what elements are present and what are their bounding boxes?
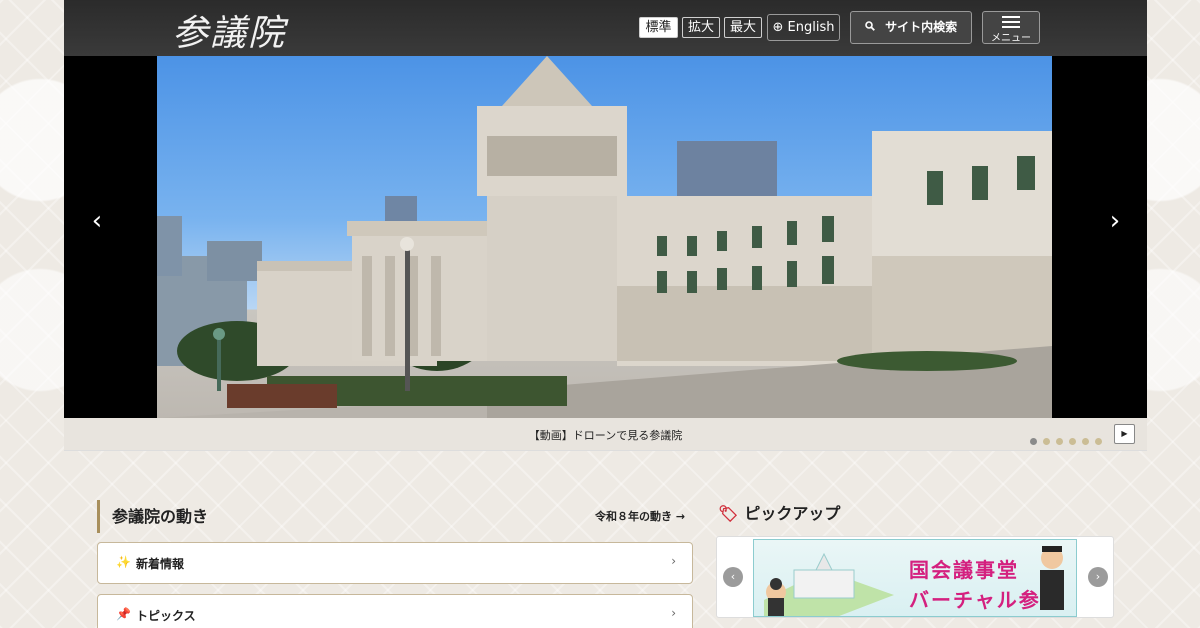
font-size-large-button[interactable]: 拡大 <box>682 17 720 38</box>
carousel-dot[interactable] <box>1043 438 1050 445</box>
search-icon <box>865 12 875 43</box>
carousel-dot[interactable] <box>1056 438 1063 445</box>
hero-carousel: ‹ › <box>64 56 1147 418</box>
pickup-next-button[interactable]: › <box>1088 567 1108 587</box>
chevron-right-icon: › <box>671 606 676 620</box>
menu-label: メニュー <box>991 33 1031 44</box>
mascot-image <box>1040 546 1064 610</box>
english-button[interactable]: ⊕ English <box>767 14 840 41</box>
font-size-standard-button[interactable]: 標準 <box>639 17 678 38</box>
carousel-next-button[interactable]: › <box>1100 206 1130 236</box>
search-label: サイト内検索 <box>885 20 958 34</box>
carousel-dot[interactable] <box>1082 438 1089 445</box>
carousel-caption-bar: 【動画】ドローンで見る参議院 ▶ <box>64 418 1147 451</box>
pickup-carousel: ‹ 国会議事堂 バーチャル参観 › <box>716 536 1114 618</box>
tag-icon: 🏷 <box>718 504 739 523</box>
topics-label: トピックス <box>136 609 196 623</box>
virtual-tour-banner[interactable]: 国会議事堂 バーチャル参観 <box>753 539 1077 617</box>
activity-section-title: 参議院の動き <box>97 500 208 533</box>
sparkle-icon: ✨ <box>116 555 131 569</box>
site-logo[interactable]: 参議院 <box>172 4 286 56</box>
chevron-right-icon: › <box>671 554 676 568</box>
pickup-prev-button[interactable]: ‹ <box>723 567 743 587</box>
pickup-section-title: 🏷 ピックアップ <box>718 500 840 524</box>
carousel-dots <box>1030 430 1108 449</box>
carousel-caption[interactable]: 【動画】ドローンで見る参議院 <box>64 427 1147 443</box>
pickup-title-label: ピックアップ <box>744 504 841 523</box>
pin-icon: 📌 <box>116 607 131 621</box>
font-size-max-button[interactable]: 最大 <box>724 17 762 38</box>
main-wrapper: 参議院 標準 拡大 最大 ⊕ English サイト内検索 メニュー ‹ › 【… <box>64 0 1147 451</box>
carousel-dot[interactable] <box>1095 438 1102 445</box>
carousel-play-button[interactable]: ▶ <box>1114 424 1135 444</box>
carousel-dot[interactable] <box>1030 438 1037 445</box>
hamburger-icon <box>1002 16 1020 28</box>
site-search-button[interactable]: サイト内検索 <box>850 11 972 44</box>
news-label: 新着情報 <box>136 557 185 571</box>
site-header: 参議院 標準 拡大 最大 ⊕ English サイト内検索 メニュー <box>64 0 1147 56</box>
news-list-item[interactable]: ✨ 新着情報 › <box>97 542 693 584</box>
yearly-activity-link[interactable]: 令和８年の動き → <box>595 508 685 524</box>
carousel-prev-button[interactable]: ‹ <box>82 206 112 236</box>
english-label: English <box>787 20 835 35</box>
diet-building-photo[interactable] <box>157 56 1052 418</box>
carousel-dot[interactable] <box>1069 438 1076 445</box>
globe-icon: ⊕ <box>772 20 784 35</box>
menu-button[interactable]: メニュー <box>982 11 1040 44</box>
banner-title-line1: 国会議事堂 <box>909 558 1019 582</box>
topics-list-item[interactable]: 📌 トピックス › <box>97 594 693 628</box>
